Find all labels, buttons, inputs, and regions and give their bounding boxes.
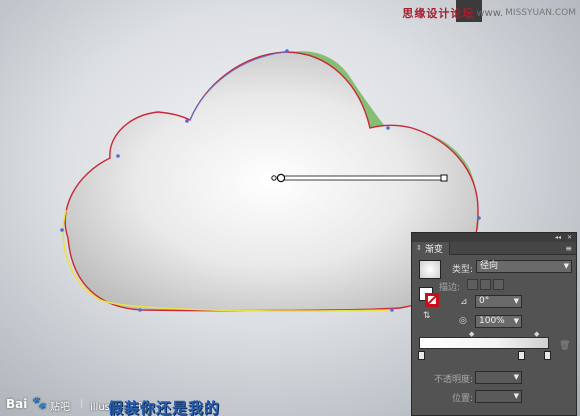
collapse-icon[interactable]: ◂◂ — [555, 233, 561, 242]
type-label: 类型: — [452, 265, 474, 275]
anchor-point[interactable] — [185, 119, 189, 123]
anchor-point[interactable] — [390, 308, 394, 312]
stroke-along-icon[interactable] — [480, 279, 491, 290]
opacity-field[interactable]: ▼ — [475, 371, 522, 384]
angle-field[interactable]: 0° ▼ — [475, 295, 522, 308]
watermark-url: MISSYUAN.COM — [505, 8, 576, 18]
anchor-point[interactable] — [477, 216, 481, 220]
gradient-slider[interactable] — [419, 337, 549, 349]
chevron-down-icon: ▼ — [513, 297, 519, 305]
watermark-separator: www. — [476, 7, 504, 19]
gradient-panel: ◂◂ ✕ ⇕ 渐变 ≡ 类型: 径向 ▼ 描边: ⊿ 0° ▼ ⇅ ◎ 100%… — [411, 232, 577, 416]
paw-icon: 🐾 — [32, 396, 47, 410]
video-subtitle: 假装你还是我的 — [108, 399, 221, 416]
anchor-point[interactable] — [116, 154, 120, 158]
stroke-label: 描边: — [439, 283, 461, 293]
close-icon[interactable]: ✕ — [567, 233, 572, 242]
chevron-down-icon: ▼ — [563, 262, 569, 270]
opacity-label: 不透明度: — [434, 375, 474, 385]
type-dropdown[interactable]: 径向 ▼ — [476, 260, 572, 273]
watermark-divider: | — [80, 398, 84, 409]
reverse-gradient-icon[interactable]: ⇅ — [423, 311, 431, 321]
tab-gradient[interactable]: ⇕ 渐变 — [412, 241, 450, 255]
anchor-point[interactable] — [60, 228, 64, 232]
gradient-stop[interactable] — [418, 351, 425, 360]
chevron-down-icon: ▼ — [513, 392, 519, 400]
panel-tab-bar: ⇕ 渐变 ≡ — [412, 241, 576, 255]
angle-value: 0° — [479, 296, 490, 306]
chevron-down-icon: ▼ — [513, 317, 519, 325]
watermark-site-name: 思缘设计论坛 — [402, 7, 475, 20]
gradient-stop[interactable] — [544, 351, 551, 360]
baidu-logo-text: Bai — [6, 397, 28, 411]
anchor-point[interactable] — [285, 49, 289, 53]
tab-toggle-icon[interactable]: ⇕ — [416, 244, 422, 252]
chevron-down-icon: ▼ — [513, 373, 519, 381]
tab-gradient-label: 渐变 — [424, 244, 443, 255]
aspect-ratio-value: 100% — [479, 316, 505, 326]
fill-stroke-selector[interactable] — [419, 287, 439, 307]
panel-menu-icon[interactable]: ≡ — [565, 244, 576, 253]
anchor-point[interactable] — [386, 126, 390, 130]
type-value: 径向 — [480, 261, 499, 271]
trash-icon[interactable]: 🗑 — [559, 341, 570, 351]
gradient-stop[interactable] — [518, 351, 525, 360]
site-watermark: 思缘设计论坛 www. MISSYUAN.COM — [402, 2, 576, 24]
position-field[interactable]: ▼ — [475, 390, 522, 403]
stroke-within-icon[interactable] — [467, 279, 478, 290]
stroke-options — [467, 279, 504, 290]
tieba-text: 贴吧 — [50, 402, 70, 413]
angle-icon: ⊿ — [460, 297, 468, 307]
stroke-across-icon[interactable] — [493, 279, 504, 290]
aspect-ratio-icon: ◎ — [459, 316, 467, 326]
position-label: 位置: — [452, 394, 474, 404]
gradient-swatch[interactable] — [419, 260, 441, 279]
aspect-ratio-field[interactable]: 100% ▼ — [475, 315, 522, 328]
anchor-point[interactable] — [138, 308, 142, 312]
